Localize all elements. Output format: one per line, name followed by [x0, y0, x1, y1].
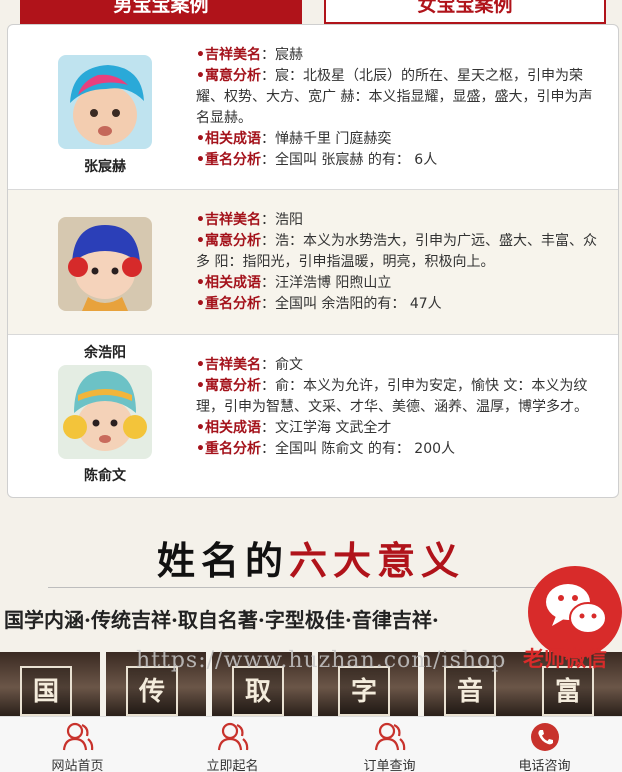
phone-icon: [531, 723, 559, 751]
value-name: ：浩阳: [260, 212, 303, 228]
case-info: •吉祥美名：俞文 •寓意分析：俞：本义为允许，引申为安定，愉快 文：本义为纹理，…: [196, 355, 606, 460]
value-name: ：俞文: [260, 357, 303, 373]
label-idiom: •相关成语: [196, 275, 261, 291]
bottom-nav: 网站首页 立即起名 订单查询 电话咨询: [0, 716, 622, 772]
label-dup: •重名分析: [196, 152, 261, 168]
nav-naming[interactable]: 立即起名: [155, 717, 310, 772]
case-tabs: 男宝宝案例 女宝宝案例: [0, 0, 622, 24]
value-dup: ：全国叫 张宸赫 的有： 6人: [260, 152, 438, 168]
value-name: ：宸赫: [260, 47, 303, 63]
nav-orders-label: 订单查询: [363, 759, 416, 772]
case-card: 陈俞文 •吉祥美名：俞文 •寓意分析：俞：本义为允许，引申为安定，愉快 文：本义…: [8, 334, 618, 497]
tile-char: 取: [232, 666, 284, 716]
watermark: https://www.huzhan.com/ishop: [136, 648, 507, 673]
label-name: •吉祥美名: [196, 47, 261, 63]
baby-photo: [58, 365, 152, 459]
value-idiom: ：文江学海 文武全才: [260, 420, 392, 436]
nav-home[interactable]: 网站首页: [0, 717, 155, 772]
value-dup: ：全国叫 陈俞文 的有： 200人: [260, 441, 456, 457]
nav-phone[interactable]: 电话咨询: [467, 717, 622, 772]
tile-char: 音: [444, 666, 496, 716]
tile-char: 传: [126, 666, 178, 716]
nav-phone-label: 电话咨询: [518, 759, 571, 772]
case-card: 余浩阳 •吉祥美名：浩阳 •寓意分析：浩：本义为水势浩大，引申为广远、盛大、丰富…: [8, 189, 618, 361]
value-dup: ：全国叫 余浩阳的有： 47人: [260, 296, 442, 312]
user-icon: [217, 722, 249, 751]
tile-char: 国: [20, 666, 72, 716]
label-name: •吉祥美名: [196, 212, 261, 228]
label-meaning: •寓意分析: [196, 378, 261, 394]
wechat-label[interactable]: 老师微信: [523, 643, 607, 673]
tile-char: 字: [338, 666, 390, 716]
nav-home-label: 网站首页: [51, 759, 104, 772]
label-dup: •重名分析: [196, 296, 261, 312]
nav-naming-label: 立即起名: [206, 759, 259, 772]
section-title-red: 六大意义: [289, 538, 466, 583]
case-info: •吉祥美名：宸赫 •寓意分析：宸：北极星（北辰）的所在、星天之枢，引申为荣耀、权…: [196, 45, 606, 171]
label-name: •吉祥美名: [196, 357, 261, 373]
meaning-tile: 国: [0, 652, 100, 716]
label-idiom: •相关成语: [196, 420, 261, 436]
tab-boy-cases[interactable]: 男宝宝案例: [20, 0, 302, 24]
meanings-line: 国学内涵·传统吉祥·取自名著·字型极佳·音律吉祥·: [4, 608, 439, 632]
value-idiom: ：汪洋浩博 阳煦山立: [260, 275, 392, 291]
user-icon: [374, 722, 406, 751]
label-idiom: •相关成语: [196, 131, 261, 147]
label-meaning: •寓意分析: [196, 68, 261, 84]
divider: [48, 587, 568, 588]
case-info: •吉祥美名：浩阳 •寓意分析：浩：本义为水势浩大，引申为广远、盛大、丰富、众多 …: [196, 210, 606, 315]
baby-name: 张宸赫: [84, 159, 126, 175]
value-idiom: ：惮赫千里 门庭赫奕: [260, 131, 392, 147]
section-title-black: 姓名的: [156, 538, 289, 583]
page: 男宝宝案例 女宝宝案例 张宸赫 •吉祥美名：宸赫 •寓意分析：宸：北极星（北辰）: [0, 0, 622, 772]
baby-photo: [58, 55, 152, 149]
case-list: 张宸赫 •吉祥美名：宸赫 •寓意分析：宸：北极星（北辰）的所在、星天之枢，引申为…: [7, 24, 619, 498]
tile-char: 富: [542, 666, 594, 716]
label-meaning: •寓意分析: [196, 233, 261, 249]
baby-photo: [58, 217, 152, 311]
tab-girl-cases[interactable]: 女宝宝案例: [324, 0, 606, 24]
user-icon: [62, 722, 94, 751]
nav-orders[interactable]: 订单查询: [312, 717, 467, 772]
label-dup: •重名分析: [196, 441, 261, 457]
case-card: 张宸赫 •吉祥美名：宸赫 •寓意分析：宸：北极星（北辰）的所在、星天之枢，引申为…: [8, 25, 618, 189]
baby-name: 陈俞文: [84, 468, 126, 484]
